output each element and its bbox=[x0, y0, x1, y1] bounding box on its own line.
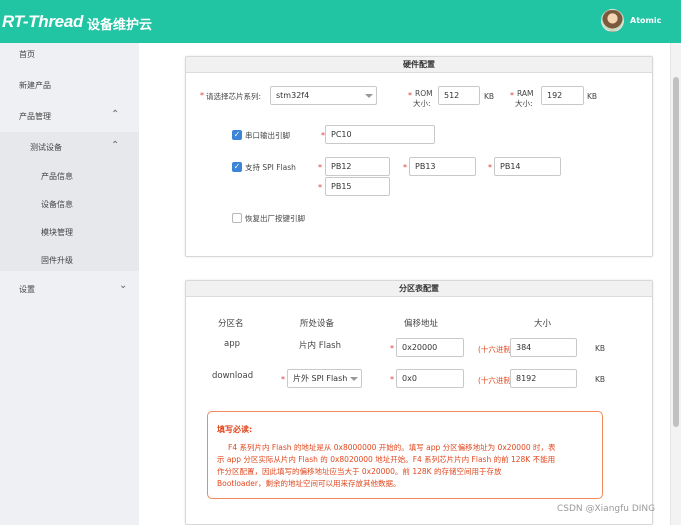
column-header-offset: 偏移地址 bbox=[404, 319, 439, 329]
chevron-up-icon[interactable]: ⌃ bbox=[111, 109, 119, 120]
ram-size-input[interactable]: 192 bbox=[541, 86, 584, 105]
sidebar-item-firmware-upgrade[interactable]: 固件升级 bbox=[41, 255, 73, 266]
offset-input-app[interactable]: 0x20000 bbox=[396, 338, 464, 357]
required-mark: * bbox=[318, 183, 322, 192]
sidebar-item-device-info[interactable]: 设备信息 bbox=[41, 199, 73, 210]
required-mark: * bbox=[390, 375, 394, 384]
size-input-download[interactable]: 8192 bbox=[510, 369, 577, 388]
factory-reset-checkbox[interactable] bbox=[232, 213, 242, 223]
notice-line: 作分区配置，因此填写的偏移地址应当大于 0x20000。前 128K 的存储空间… bbox=[217, 467, 502, 476]
rt-thread-logo[interactable]: RT-Thread bbox=[2, 12, 83, 32]
ram-label-size: 大小: bbox=[515, 99, 533, 108]
required-mark: * bbox=[318, 163, 322, 172]
spi-flash-checkbox[interactable]: ✓ bbox=[232, 162, 242, 172]
sidebar-item-new-product[interactable]: 新建产品 bbox=[19, 80, 51, 91]
spi-pin-input-1[interactable]: PB12 bbox=[325, 157, 390, 176]
required-mark: * bbox=[200, 91, 204, 100]
app-title: 设备维护云 bbox=[87, 18, 153, 33]
spi-flash-label[interactable]: 支持 SPI Flash bbox=[245, 162, 296, 173]
sidebar-item-home[interactable]: 首页 bbox=[19, 49, 35, 60]
notice-line: 示 app 分区实际从片内 Flash 的 0x8020000 地址开始。F4 … bbox=[217, 455, 556, 464]
notice-title: 填写必读: bbox=[217, 425, 253, 434]
ram-unit: KB bbox=[587, 92, 598, 101]
required-mark: * bbox=[403, 163, 407, 172]
partition-config-title: 分区表配置 bbox=[186, 281, 652, 297]
rom-label-size: 大小: bbox=[413, 99, 431, 108]
uart-output-label[interactable]: 串口输出引脚 bbox=[245, 130, 290, 141]
chip-series-label: 请选择芯片系列: bbox=[206, 92, 262, 101]
notice-box: 填写必读: F4 系列片内 Flash 的地址是从 0x8000000 开始的。… bbox=[207, 411, 603, 499]
sidebar-item-settings[interactable]: 设置 bbox=[19, 284, 35, 295]
partition-device-app: 片内 Flash bbox=[299, 341, 341, 351]
sidebar-item-module-management[interactable]: 模块管理 bbox=[41, 227, 73, 238]
chevron-down-icon[interactable]: ⌄ bbox=[119, 280, 127, 291]
partition-name-app: app bbox=[224, 339, 240, 349]
factory-reset-label[interactable]: 恢复出厂按键引脚 bbox=[245, 213, 305, 224]
hardware-config-title: 硬件配置 bbox=[186, 57, 652, 73]
notice-line: Bootloader，剩余的地址空间可以用来存放其他数据。 bbox=[217, 479, 401, 488]
rom-unit: KB bbox=[484, 92, 495, 101]
hex-hint: (十六进制 bbox=[478, 376, 510, 385]
chevron-up-icon[interactable]: ⌃ bbox=[111, 140, 119, 151]
chip-series-value: stm32f4 bbox=[276, 91, 310, 100]
chip-series-select[interactable]: stm32f4 bbox=[270, 86, 377, 105]
spi-pin-input-4[interactable]: PB15 bbox=[325, 177, 390, 196]
spi-pin-input-2[interactable]: PB13 bbox=[409, 157, 476, 176]
column-header-device: 所处设备 bbox=[300, 319, 335, 329]
dropdown-arrow-icon bbox=[350, 377, 358, 381]
uart-output-checkbox[interactable]: ✓ bbox=[232, 130, 242, 140]
sidebar-item-test-device[interactable]: 测试设备 bbox=[30, 142, 62, 153]
dropdown-arrow-icon bbox=[365, 94, 373, 98]
username[interactable]: Atomic bbox=[630, 16, 661, 25]
size-unit: KB bbox=[595, 375, 606, 384]
required-mark: * bbox=[488, 163, 492, 172]
sidebar-item-product-info[interactable]: 产品信息 bbox=[41, 171, 73, 182]
required-mark: * bbox=[408, 91, 412, 100]
ram-label: RAM bbox=[517, 89, 534, 98]
partition-name-download: download bbox=[212, 371, 254, 381]
required-mark: * bbox=[510, 91, 514, 100]
rom-size-input[interactable]: 512 bbox=[438, 86, 480, 105]
device-select-value: 片外 SPI Flash bbox=[293, 374, 348, 383]
required-mark: * bbox=[281, 375, 285, 384]
sidebar-item-product-management[interactable]: 产品管理 bbox=[19, 111, 51, 122]
column-header-size: 大小 bbox=[534, 319, 552, 329]
column-header-partition-name: 分区名 bbox=[218, 319, 244, 329]
spi-pin-input-3[interactable]: PB14 bbox=[494, 157, 561, 176]
notice-line: F4 系列片内 Flash 的地址是从 0x8000000 开始的。填写 app… bbox=[228, 443, 556, 452]
size-unit: KB bbox=[595, 344, 606, 353]
hex-hint: (十六进制 bbox=[478, 345, 510, 354]
size-input-app[interactable]: 384 bbox=[510, 338, 577, 357]
required-mark: * bbox=[390, 344, 394, 353]
scrollbar-thumb[interactable] bbox=[673, 77, 679, 427]
uart-pin-input[interactable]: PC10 bbox=[325, 125, 435, 144]
user-avatar[interactable] bbox=[601, 9, 624, 32]
watermark: CSDN @Xiangfu DING bbox=[557, 504, 656, 514]
rom-label: ROM bbox=[415, 89, 433, 98]
offset-input-download[interactable]: 0x0 bbox=[396, 369, 464, 388]
